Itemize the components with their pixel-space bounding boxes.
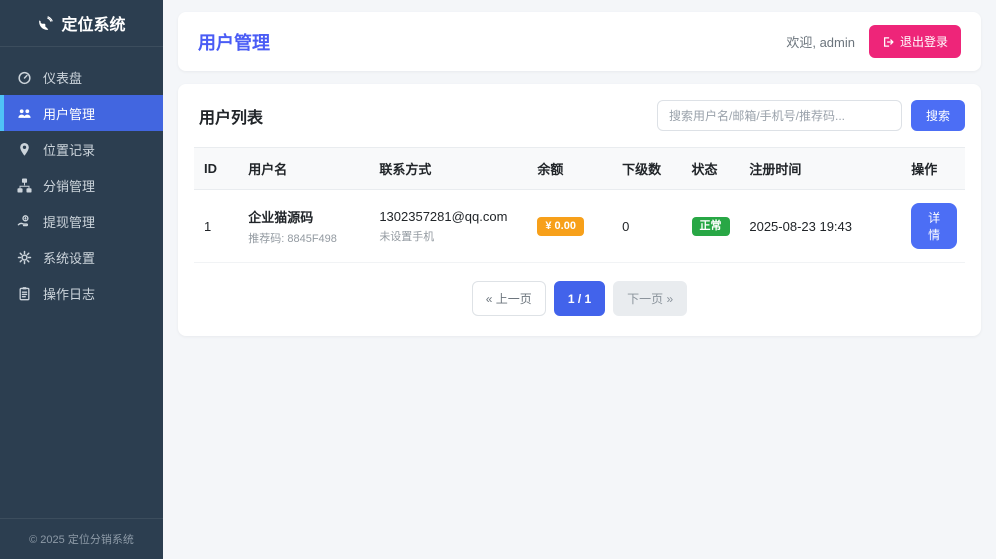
pagination-prev-button[interactable]: « 上一页 bbox=[471, 281, 546, 316]
column-header-status: 状态 bbox=[683, 147, 742, 190]
sidebar: 定位系统 仪表盘 用户管理 位置记录 分销管理 提现管理 系统设置 操作日志 ©… bbox=[0, 0, 163, 559]
cell-username: 企业猫源码 推荐码: 8845F498 bbox=[240, 189, 372, 263]
list-title: 用户列表 bbox=[199, 109, 264, 127]
table-row: 1 企业猫源码 推荐码: 8845F498 1302357281@qq.com … bbox=[194, 189, 965, 263]
sidebar-item-settings[interactable]: 系统设置 bbox=[0, 239, 163, 275]
cell-status: 正常 bbox=[683, 189, 742, 263]
column-header-action: 操作 bbox=[903, 147, 965, 190]
pagination: « 上一页 1 / 1 下一页 » bbox=[194, 281, 965, 316]
search-input[interactable] bbox=[656, 100, 902, 131]
column-header-subordinates: 下级数 bbox=[614, 147, 684, 190]
sidebar-item-label: 系统设置 bbox=[43, 250, 96, 266]
column-header-balance: 余额 bbox=[529, 147, 615, 190]
pagination-current-page[interactable]: 1 / 1 bbox=[553, 281, 606, 316]
app-name: 定位系统 bbox=[61, 17, 126, 34]
sidebar-item-label: 分销管理 bbox=[43, 178, 96, 194]
app-logo: 定位系统 bbox=[0, 0, 163, 47]
referral-code-text: 推荐码: 8845F498 bbox=[248, 232, 337, 245]
sidebar-item-distribution[interactable]: 分销管理 bbox=[0, 167, 163, 203]
sidebar-item-withdrawals[interactable]: 提现管理 bbox=[0, 203, 163, 239]
search-area: 搜索 bbox=[656, 100, 965, 131]
search-button[interactable]: 搜索 bbox=[910, 100, 965, 131]
sidebar-item-logs[interactable]: 操作日志 bbox=[0, 275, 163, 311]
cell-register-time: 2025-08-23 19:43 bbox=[741, 189, 904, 263]
page-header: 用户管理 欢迎, admin 退出登录 bbox=[178, 12, 981, 71]
table-header-row: ID 用户名 联系方式 余额 下级数 状态 注册时间 操作 bbox=[194, 147, 965, 190]
column-header-username: 用户名 bbox=[240, 147, 372, 190]
logout-button[interactable]: 退出登录 bbox=[868, 25, 961, 58]
sidebar-copyright: © 2025 定位分销系统 bbox=[0, 518, 163, 559]
gear-icon bbox=[17, 250, 32, 264]
cell-subordinates: 0 bbox=[614, 189, 684, 263]
welcome-text: 欢迎, admin bbox=[786, 35, 855, 50]
pagination-next-button[interactable]: 下一页 » bbox=[613, 281, 688, 316]
cell-balance: ¥ 0.00 bbox=[529, 189, 615, 263]
list-head: 用户列表 搜索 bbox=[194, 100, 965, 131]
main-content: 用户管理 欢迎, admin 退出登录 用户列表 搜索 ID bbox=[163, 0, 996, 559]
sidebar-menu: 仪表盘 用户管理 位置记录 分销管理 提现管理 系统设置 操作日志 bbox=[0, 47, 163, 518]
sitemap-icon bbox=[17, 177, 32, 193]
clipboard-icon bbox=[19, 286, 30, 300]
sidebar-item-label: 仪表盘 bbox=[43, 70, 83, 86]
balance-badge: ¥ 0.00 bbox=[537, 216, 584, 236]
sidebar-item-label: 位置记录 bbox=[43, 142, 96, 158]
satellite-dish-icon bbox=[39, 15, 54, 30]
cell-action: 详情 bbox=[903, 189, 965, 263]
users-icon bbox=[18, 108, 31, 118]
column-header-contact: 联系方式 bbox=[371, 147, 530, 190]
cell-id: 1 bbox=[194, 189, 241, 263]
sidebar-item-locations[interactable]: 位置记录 bbox=[0, 131, 163, 167]
logout-icon bbox=[883, 36, 894, 47]
header-right: 欢迎, admin 退出登录 bbox=[786, 25, 961, 58]
sidebar-item-users[interactable]: 用户管理 bbox=[0, 95, 163, 131]
gauge-icon bbox=[18, 71, 31, 84]
user-table: ID 用户名 联系方式 余额 下级数 状态 注册时间 操作 1 企业猫源码 推荐… bbox=[194, 147, 965, 263]
cell-contact: 1302357281@qq.com 未设置手机 bbox=[371, 189, 530, 263]
email-text: 1302357281@qq.com bbox=[379, 208, 508, 224]
status-badge: 正常 bbox=[691, 216, 730, 236]
user-list-card: 用户列表 搜索 ID 用户名 联系方式 余额 下级数 状态 注册时间 操作 bbox=[178, 84, 981, 336]
map-marker-icon bbox=[20, 142, 29, 156]
phone-text: 未设置手机 bbox=[379, 230, 435, 243]
column-header-id: ID bbox=[194, 147, 241, 190]
column-header-register-time: 注册时间 bbox=[741, 147, 904, 190]
logout-label: 退出登录 bbox=[899, 35, 948, 49]
sidebar-item-label: 用户管理 bbox=[43, 106, 96, 122]
sidebar-item-dashboard[interactable]: 仪表盘 bbox=[0, 59, 163, 95]
sidebar-item-label: 提现管理 bbox=[43, 214, 96, 230]
detail-button[interactable]: 详情 bbox=[911, 203, 957, 249]
sidebar-item-label: 操作日志 bbox=[43, 286, 96, 302]
page-title: 用户管理 bbox=[198, 32, 270, 53]
username-text: 企业猫源码 bbox=[248, 209, 314, 225]
withdraw-icon bbox=[17, 214, 29, 226]
